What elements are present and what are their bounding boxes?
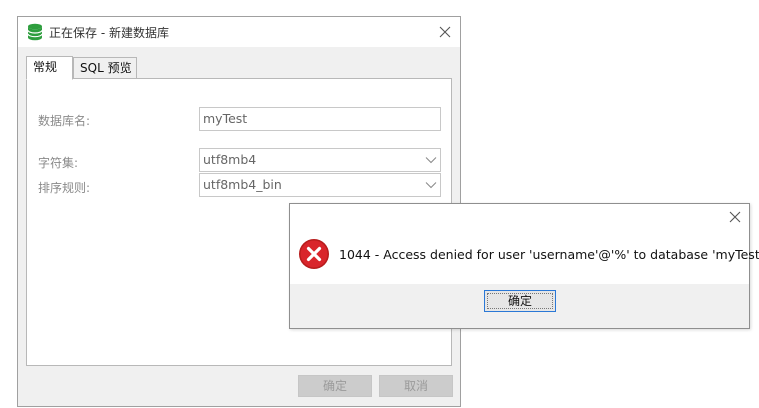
tab-sql-preview[interactable]: SQL 预览 <box>73 57 137 79</box>
title-bar: 正在保存 - 新建数据库 <box>18 17 460 47</box>
charset-select[interactable]: utf8mb4 <box>199 148 441 172</box>
tab-general[interactable]: 常规 <box>26 56 73 80</box>
window-title: 正在保存 - 新建数据库 <box>49 26 169 40</box>
error-message: 1044 - Access denied for user 'username'… <box>339 247 759 262</box>
cancel-button[interactable]: 取消 <box>379 375 453 397</box>
collation-label: 排序规则: <box>38 181 91 195</box>
collation-value: utf8mb4_bin <box>203 177 282 192</box>
database-name-input[interactable]: myTest <box>199 107 441 131</box>
database-name-label: 数据库名: <box>38 114 91 128</box>
close-icon[interactable] <box>437 24 453 40</box>
dialog-body: 1044 - Access denied for user 'username'… <box>290 228 759 284</box>
chevron-down-icon <box>425 182 437 189</box>
ok-button[interactable]: 确定 <box>484 290 556 312</box>
database-icon <box>27 23 43 41</box>
charset-label: 字符集: <box>38 156 79 170</box>
chevron-down-icon <box>425 157 437 164</box>
collation-select[interactable]: utf8mb4_bin <box>199 173 441 197</box>
dialog-title-bar <box>290 204 749 228</box>
charset-value: utf8mb4 <box>203 152 257 167</box>
error-dialog: 1044 - Access denied for user 'username'… <box>289 203 759 329</box>
confirm-button[interactable]: 确定 <box>298 375 372 397</box>
close-icon[interactable] <box>727 209 743 225</box>
error-icon <box>299 239 329 269</box>
